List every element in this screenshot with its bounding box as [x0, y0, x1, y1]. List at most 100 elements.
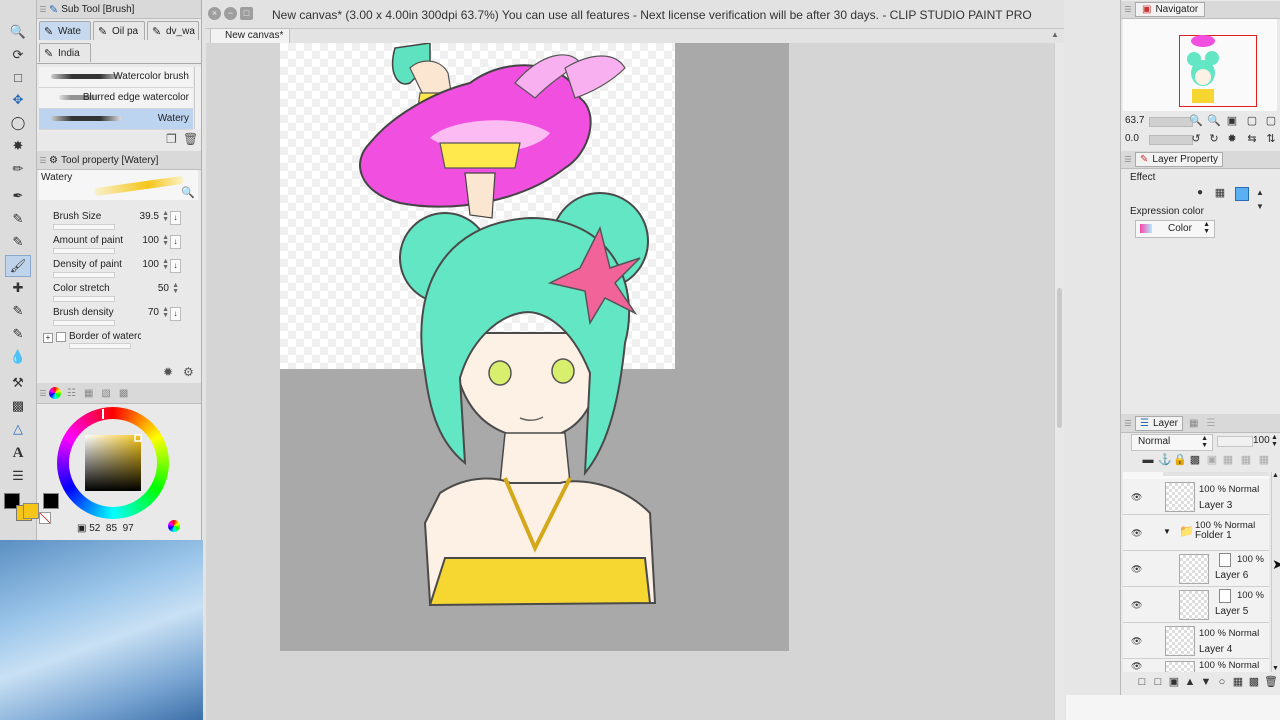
layer-search-tab-icon[interactable]: ▦: [1189, 418, 1198, 429]
spin-icon[interactable]: ▲ ▼: [162, 258, 169, 271]
layer-list[interactable]: 👁 100 % Normal Layer 3 👁 ▼ 📁 100 % Norma…: [1123, 472, 1269, 672]
subtool-tab-dv[interactable]: ✎ dv_wa: [147, 21, 199, 40]
lock-icon[interactable]: 🔒: [1173, 453, 1187, 467]
rotate-left-icon[interactable]: ↺: [1189, 132, 1203, 146]
prop-slider[interactable]: [69, 343, 131, 349]
expression-color-select[interactable]: Color ▲ ▼: [1135, 220, 1215, 238]
create-mask-icon[interactable]: ▦: [1231, 675, 1245, 689]
reset-rotation-icon[interactable]: ✹: [1225, 132, 1239, 146]
clipping-icon[interactable]: ▬: [1141, 453, 1155, 467]
zoom-tool-icon[interactable]: 🔍: [6, 22, 30, 42]
brush-item-blurred[interactable]: Blurred edge watercolor: [39, 88, 193, 109]
prop-brush-density[interactable]: Brush density 70 ▲ ▼ ↓: [51, 306, 181, 331]
dynamics-icon[interactable]: ↓: [170, 259, 181, 273]
angle-slider[interactable]: [1149, 135, 1193, 145]
copy-icon[interactable]: ❐: [166, 132, 177, 146]
pen-tool-icon[interactable]: ✒: [6, 186, 30, 206]
dynamics-icon[interactable]: ↓: [170, 307, 181, 321]
new-raster-layer-icon[interactable]: □: [1135, 675, 1149, 689]
transparent-color-swatch[interactable]: [39, 512, 51, 524]
subtool-tab-oil[interactable]: ✎ Oil pa: [93, 21, 145, 40]
prop-brush-size[interactable]: Brush Size 39.5 ▲ ▼ ↓: [51, 210, 181, 235]
lock-transparent-icon[interactable]: ▩: [1188, 453, 1202, 467]
layer-row-layer-6[interactable]: 👁 100 % Layer 6: [1123, 551, 1269, 587]
eraser-tool-icon[interactable]: ✎: [6, 324, 30, 344]
prop-border-of-watercolor[interactable]: + Border of watercolor: [43, 331, 181, 355]
eye-icon[interactable]: 👁: [1131, 600, 1142, 611]
prop-slider[interactable]: [53, 248, 115, 254]
prop-value[interactable]: 100: [142, 235, 159, 246]
decoration-tool-icon[interactable]: ✎: [6, 301, 30, 321]
lasso-tool-icon[interactable]: ◯: [6, 113, 30, 133]
zoom-out-icon[interactable]: 🔍: [1189, 114, 1203, 128]
animation-tab-icon[interactable]: ☰: [1206, 418, 1215, 429]
blend-tool-icon[interactable]: 💧: [6, 347, 30, 367]
palette-color-icon[interactable]: ▦: [1221, 453, 1235, 467]
layer-row-partial[interactable]: 👁 100 % Normal: [1123, 659, 1269, 672]
subtool-tab-india[interactable]: ✎ India: [39, 43, 91, 62]
fill-tool-icon[interactable]: ⚒: [6, 373, 30, 393]
prop-slider[interactable]: [53, 296, 115, 302]
frame-tool-icon[interactable]: ☰: [6, 466, 30, 486]
opacity-slider[interactable]: [1217, 436, 1253, 447]
grip-icon[interactable]: ☰: [1121, 155, 1135, 164]
dynamics-icon[interactable]: ↓: [170, 235, 181, 249]
tab-menu-icon[interactable]: ▲: [1051, 30, 1059, 39]
prop-color-stretch[interactable]: Color stretch 50 ▲ ▼: [51, 282, 181, 307]
color-set-tab-icon[interactable]: ▦: [84, 388, 93, 399]
rotate-right-icon[interactable]: ↻: [1207, 132, 1221, 146]
layer-row-layer-5[interactable]: 👁 100 % Layer 5: [1123, 587, 1269, 623]
color-slider-tab-icon[interactable]: ☷: [67, 388, 76, 399]
color-mode-icon[interactable]: ▣: [77, 523, 86, 534]
opacity-value[interactable]: 100: [1253, 435, 1270, 446]
prop-value[interactable]: 50: [158, 283, 169, 294]
actual-pixels-icon[interactable]: ▣: [1225, 114, 1239, 128]
main-color-indicator[interactable]: [43, 493, 59, 509]
gradient-tool-icon[interactable]: ▩: [6, 396, 30, 416]
color-wheel[interactable]: [57, 407, 169, 519]
prop-amount-of-paint[interactable]: Amount of paint 100 ▲ ▼ ↓: [51, 234, 181, 259]
grip-icon[interactable]: ☰: [1121, 419, 1135, 428]
new-folder-icon[interactable]: ▣: [1167, 675, 1181, 689]
prop-slider[interactable]: [53, 320, 115, 326]
airbrush-tool-icon[interactable]: ✚: [6, 278, 30, 298]
grip-icon[interactable]: ☰: [37, 156, 49, 165]
prop-density-of-paint[interactable]: Density of paint 100 ▲ ▼ ↓: [51, 258, 181, 283]
auto-select-tool-icon[interactable]: ✸: [6, 136, 30, 156]
color-space-icon[interactable]: [168, 520, 180, 532]
pencil-tool-icon[interactable]: ✎: [6, 209, 30, 229]
brush-list-scrollbar[interactable]: [194, 67, 201, 129]
mask-icon[interactable]: ▣: [1205, 453, 1219, 467]
dynamics-icon[interactable]: ↓: [170, 211, 181, 225]
layer-color-effect-icon[interactable]: [1235, 187, 1249, 201]
intermediate-color-tab-icon[interactable]: ▧: [101, 388, 110, 399]
spin-icon[interactable]: ▲ ▼: [172, 282, 179, 295]
eye-icon[interactable]: 👁: [1131, 492, 1142, 503]
spin-icon[interactable]: ▲ ▼: [162, 306, 169, 319]
fit-navigator-icon[interactable]: ▢: [1245, 114, 1259, 128]
settings-icon[interactable]: ⚙: [183, 365, 194, 379]
spin-icon[interactable]: ▲ ▼: [162, 234, 169, 247]
eye-icon[interactable]: 👁: [1131, 636, 1142, 647]
navigator-preview[interactable]: [1123, 19, 1277, 111]
color-wheel-tab-icon[interactable]: [49, 387, 61, 399]
prop-value[interactable]: 39.5: [140, 211, 159, 222]
brush-pen-tool-icon[interactable]: ✎: [6, 232, 30, 252]
selection-tool-icon[interactable]: □: [6, 67, 30, 87]
scroll-thumb[interactable]: [1057, 288, 1062, 428]
tone-effect-icon[interactable]: ▦: [1213, 186, 1227, 200]
scroll-down-icon[interactable]: ▼: [1272, 665, 1279, 672]
minimize-icon[interactable]: −: [224, 7, 237, 20]
eye-icon[interactable]: 👁: [1131, 564, 1142, 575]
sub-color-indicator[interactable]: [23, 503, 39, 519]
eye-icon[interactable]: 👁: [1131, 661, 1142, 672]
grip-icon[interactable]: ☰: [1121, 5, 1135, 14]
text-tool-icon[interactable]: A: [6, 443, 30, 463]
layer-row-layer-4[interactable]: 👁 100 % Normal Layer 4: [1123, 623, 1269, 659]
flip-horizontal-icon[interactable]: ⇆: [1245, 132, 1259, 146]
document-tab[interactable]: New canvas*: [210, 28, 290, 43]
folder-collapse-icon[interactable]: ▼: [1163, 527, 1171, 536]
approximate-color-tab-icon[interactable]: ▩: [119, 388, 128, 399]
close-icon[interactable]: ×: [208, 7, 221, 20]
search-icon[interactable]: 🔍: [181, 186, 195, 199]
